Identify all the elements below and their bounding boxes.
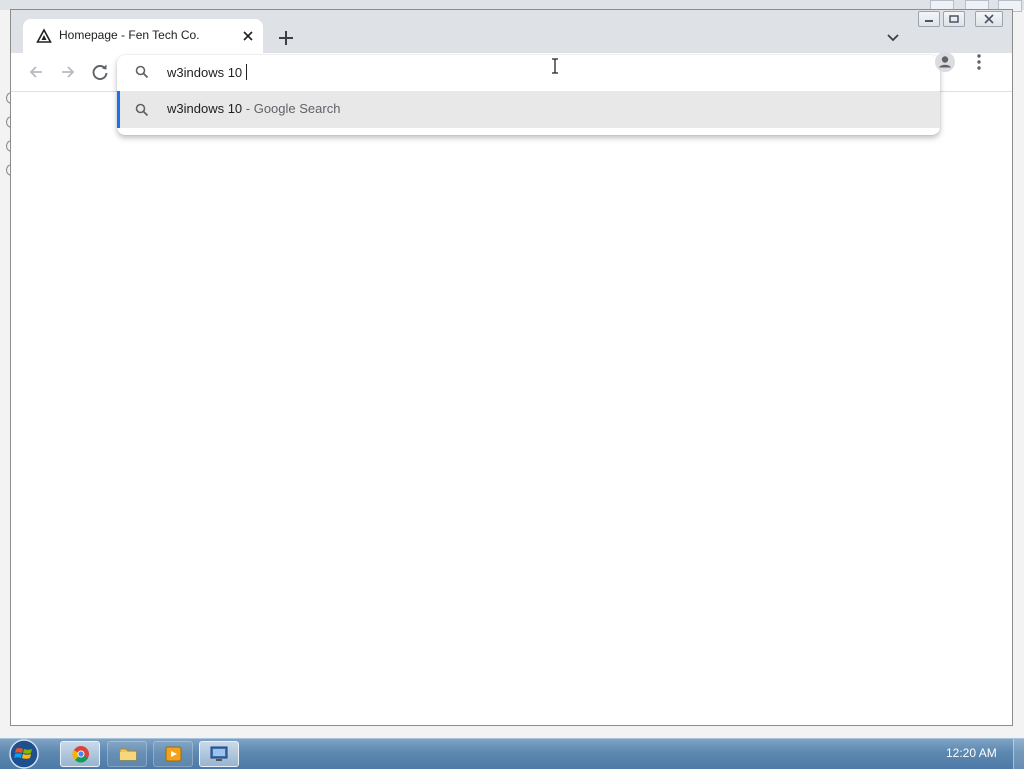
chevron-down-icon[interactable] [885, 29, 901, 45]
suggestion-google-search[interactable]: w3indows 10 - Google Search [117, 91, 940, 128]
suggestion-suffix: - Google Search [242, 101, 341, 116]
minimize-button[interactable] [918, 11, 940, 27]
search-icon [135, 65, 149, 79]
remote-desktop-icon [210, 746, 228, 761]
taskbar-media-player[interactable] [153, 741, 193, 767]
taskbar: 12:20 AM [0, 738, 1024, 769]
back-arrow-icon[interactable] [25, 61, 47, 83]
background-window-edge [0, 80, 13, 210]
close-icon[interactable] [239, 27, 257, 45]
suggestion-text: w3indows 10 - Google Search [167, 101, 340, 116]
restore-button[interactable] [943, 11, 965, 27]
triangle-logo-icon [36, 28, 52, 43]
reload-icon[interactable] [89, 61, 111, 83]
address-input[interactable]: w3indows 10 [167, 64, 248, 80]
taskbar-remote-desktop[interactable] [199, 741, 239, 767]
close-window-button[interactable] [975, 11, 1003, 27]
forward-arrow-icon[interactable] [57, 61, 79, 83]
tab-homepage[interactable]: Homepage - Fen Tech Co. [23, 19, 263, 53]
plus-icon[interactable] [275, 27, 297, 49]
selection-accent [117, 91, 120, 128]
kebab-menu-icon[interactable] [970, 52, 988, 72]
file-explorer-icon [119, 748, 137, 761]
suggestion-query: w3indows 10 [167, 101, 243, 116]
address-bar[interactable]: w3indows 10 [117, 55, 940, 89]
start-button-icon[interactable] [5, 738, 43, 770]
chrome-icon [72, 746, 89, 763]
media-player-icon [165, 746, 182, 762]
tab-title: Homepage - Fen Tech Co. [59, 28, 200, 42]
search-icon [135, 103, 149, 117]
profile-icon[interactable] [934, 51, 956, 73]
tab-strip: Homepage - Fen Tech Co. [11, 10, 1012, 53]
system-clock[interactable]: 12:20 AM [946, 746, 997, 760]
show-desktop-button[interactable] [1013, 739, 1024, 769]
browser-window: Homepage - Fen Tech Co. w3indows 10 w3in… [10, 9, 1013, 726]
taskbar-file-explorer[interactable] [107, 741, 147, 767]
omnibox-dropdown: w3indows 10 w3indows 10 - Google Search [117, 55, 940, 135]
ibeam-cursor-icon [552, 58, 558, 74]
taskbar-chrome[interactable] [60, 741, 100, 767]
